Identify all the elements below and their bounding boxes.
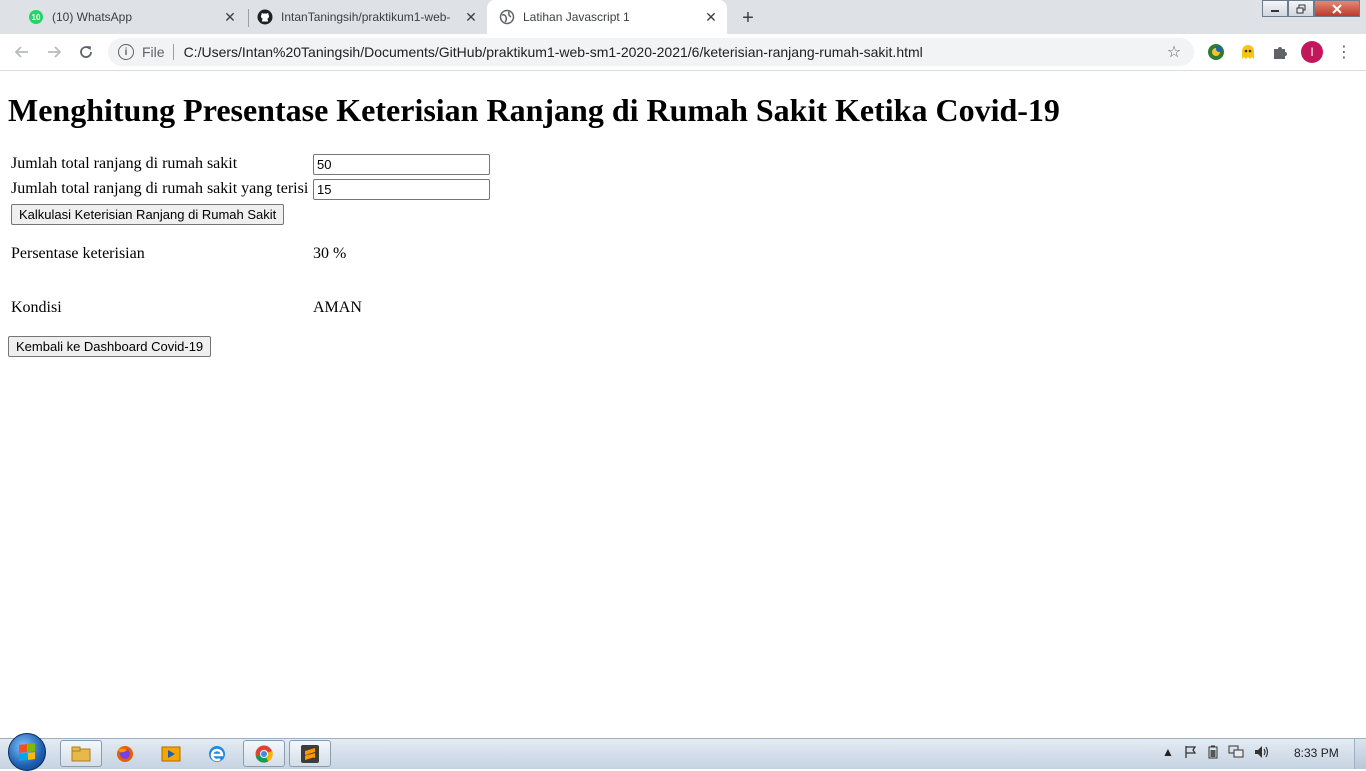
sublime-text-icon [301, 744, 319, 763]
condition-value: AMAN [313, 299, 362, 316]
show-hidden-icons-icon[interactable]: ▲ [1162, 745, 1174, 759]
action-center-flag-icon[interactable] [1184, 745, 1198, 759]
back-to-dashboard-button[interactable]: Kembali ke Dashboard Covid-19 [8, 336, 212, 357]
occupancy-value: 30 % [313, 245, 347, 262]
media-player-icon [161, 746, 181, 761]
occupied-beds-label: Jumlah total ranjang di rumah sakit yang… [11, 180, 309, 197]
taskbar-media-player[interactable] [150, 740, 192, 767]
taskbar-clock[interactable]: 8:33 PM [1294, 746, 1339, 760]
page-content: Menghitung Presentase Keterisian Ranjang… [0, 71, 1366, 738]
minimize-button[interactable] [1262, 0, 1288, 17]
calculate-button[interactable]: Kalkulasi Keterisian Ranjang di Rumah Sa… [11, 204, 285, 225]
github-icon [257, 9, 273, 25]
tab-github[interactable]: IntanTaningsih/praktikum1-web- ✕ [249, 0, 487, 34]
close-tab-icon[interactable]: ✕ [463, 9, 479, 25]
close-icon [1332, 3, 1342, 14]
taskbar-edge[interactable] [196, 740, 238, 767]
forward-button[interactable] [40, 38, 68, 66]
taskbar-firefox[interactable] [104, 740, 146, 767]
condition-label: Kondisi [11, 299, 62, 316]
restore-button[interactable] [1288, 0, 1314, 17]
system-tray: ▲ [1162, 745, 1270, 759]
address-scheme-label: File [142, 44, 165, 60]
occupied-beds-input[interactable] [313, 179, 490, 200]
extension-globe-icon[interactable] [1206, 42, 1226, 62]
chrome-icon [255, 745, 273, 763]
windows-logo-icon [19, 743, 35, 761]
show-desktop-button[interactable] [1354, 739, 1366, 769]
address-url[interactable]: C:/Users/Intan%20Taningsih/Documents/Git… [184, 44, 1162, 60]
globe-icon [499, 9, 515, 25]
tab-latihan-javascript[interactable]: Latihan Javascript 1 ✕ [487, 0, 727, 34]
browser-toolbar: i File C:/Users/Intan%20Taningsih/Docume… [0, 34, 1366, 71]
file-explorer-icon [71, 746, 91, 761]
tab-title: (10) WhatsApp [52, 10, 133, 24]
taskbar-file-explorer[interactable] [60, 740, 102, 767]
tab-title: IntanTaningsih/praktikum1-web- [281, 10, 451, 24]
whatsapp-badge: 10 [32, 13, 41, 22]
total-beds-label: Jumlah total ranjang di rumah sakit [11, 155, 238, 172]
taskbar-chrome[interactable] [243, 740, 285, 767]
forward-arrow-icon [48, 46, 62, 58]
taskbar: ▲ 8:33 PM [0, 733, 1366, 771]
tab-strip: 10 (10) WhatsApp ✕ IntanTaningsih/prakti… [0, 0, 1366, 34]
whatsapp-icon: 10 [28, 9, 44, 25]
tab-whatsapp[interactable]: 10 (10) WhatsApp ✕ [8, 0, 246, 34]
kebab-menu-icon[interactable]: ⋮ [1336, 42, 1352, 62]
occupancy-label: Persentase keterisian [11, 245, 145, 262]
window-controls [1262, 0, 1360, 18]
volume-icon[interactable] [1254, 745, 1270, 759]
total-beds-input[interactable] [313, 154, 490, 175]
tab-title: Latihan Javascript 1 [523, 10, 630, 24]
address-divider [172, 44, 174, 60]
start-button[interactable] [8, 733, 46, 771]
network-icon[interactable] [1228, 745, 1244, 759]
battery-icon[interactable] [1208, 745, 1218, 759]
new-tab-button[interactable]: + [734, 4, 762, 32]
address-bar[interactable]: i File C:/Users/Intan%20Taningsih/Docume… [108, 38, 1194, 66]
close-tab-icon[interactable]: ✕ [222, 9, 238, 25]
edge-icon [209, 745, 225, 762]
taskbar-sublime-text[interactable] [289, 740, 331, 767]
close-tab-icon[interactable]: ✕ [703, 9, 719, 25]
back-arrow-icon [14, 46, 28, 58]
minimize-icon [1271, 9, 1279, 12]
bookmark-star-icon[interactable]: ☆ [1162, 42, 1186, 62]
back-button[interactable] [8, 38, 36, 66]
extensions-puzzle-icon[interactable] [1270, 42, 1290, 62]
info-icon[interactable]: i [118, 44, 134, 60]
close-window-button[interactable] [1314, 0, 1360, 17]
reload-button[interactable] [72, 38, 100, 66]
reload-icon [80, 46, 92, 58]
restore-icon [1296, 4, 1306, 13]
profile-avatar[interactable]: I [1301, 41, 1323, 63]
page-title: Menghitung Presentase Keterisian Ranjang… [8, 92, 1060, 128]
extension-ghost-icon[interactable] [1238, 42, 1258, 62]
firefox-icon [117, 745, 133, 762]
